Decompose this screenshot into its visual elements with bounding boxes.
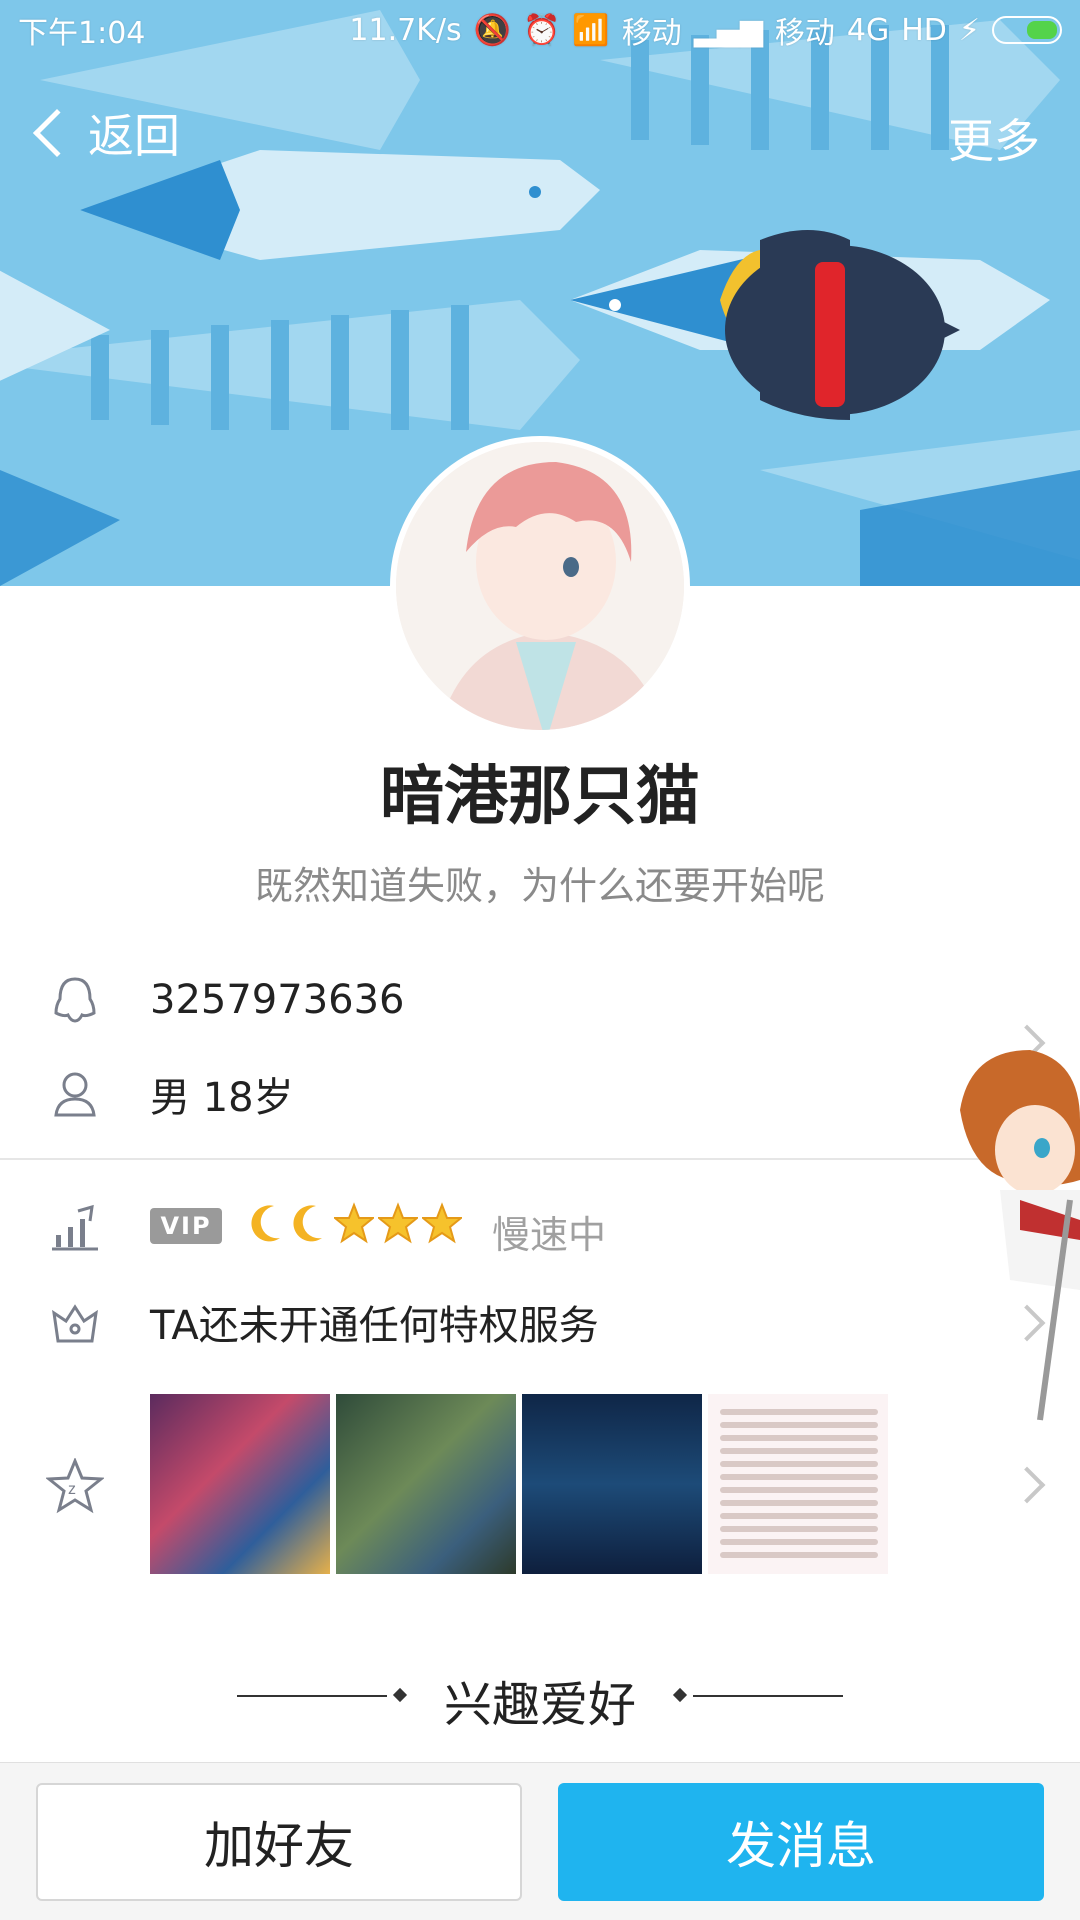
level-chart-icon <box>52 1204 98 1251</box>
chevron-left-icon <box>32 108 82 158</box>
battery-icon <box>992 16 1062 44</box>
chevron-right-icon[interactable] <box>1008 1466 1046 1504</box>
bottom-action-bar: 加好友 发消息 <box>0 1762 1080 1920</box>
level-status: 慢速中 <box>492 1213 607 1257</box>
gender-age: 男 18岁 <box>150 1075 294 1121</box>
status-time: 下午1:04 <box>18 16 146 51</box>
avatar-illustration <box>396 442 684 730</box>
qq-number: 3257973636 <box>150 977 405 1023</box>
carrier-2: 移动 <box>774 16 835 51</box>
section-divider-right <box>693 1695 843 1697</box>
section-title: 兴趣爱好 <box>443 1677 636 1733</box>
qzone-star-icon: z <box>46 1458 104 1514</box>
gender-age-row[interactable]: 男 18岁 <box>0 1064 1080 1124</box>
hd-label: HD <box>901 12 947 48</box>
network-type: 4G <box>846 12 890 48</box>
penguin-icon <box>54 977 96 1023</box>
back-label: 返回 <box>88 109 180 163</box>
nickname: 暗港那只猫 <box>380 760 700 834</box>
add-friend-button[interactable]: 加好友 <box>36 1783 522 1901</box>
person-icon <box>54 1072 96 1117</box>
back-button[interactable]: 返回 <box>30 100 180 166</box>
divider <box>0 1158 1080 1160</box>
send-message-button[interactable]: 发消息 <box>558 1783 1044 1901</box>
signal-icon: ▂▄▆ <box>693 12 763 48</box>
wifi-icon: 📶 <box>572 12 610 48</box>
photo-thumbnail[interactable] <box>708 1394 888 1574</box>
vip-badge: VIP <box>150 1208 222 1244</box>
star-icon <box>334 1202 374 1244</box>
photo-thumbnail[interactable] <box>522 1394 702 1574</box>
qq-number-row[interactable]: 3257973636 <box>0 970 1080 1030</box>
svg-text:z: z <box>68 1481 76 1498</box>
network-speed: 11.7K/s <box>349 12 462 48</box>
photo-thumbnail[interactable] <box>336 1394 516 1574</box>
photo-strip[interactable] <box>150 1394 888 1574</box>
more-button[interactable]: 更多 <box>948 105 1040 171</box>
status-bar: 下午1:04 11.7K/s 🔕 ⏰ 📶 移动 ▂▄▆ 移动 4G HD ⚡ <box>0 0 1080 60</box>
mute-icon: 🔕 <box>473 12 511 48</box>
signature: 既然知道失败，为什么还要开始呢 <box>254 864 825 908</box>
carrier-1: 移动 <box>621 16 682 51</box>
star-icon <box>378 1202 418 1244</box>
crown-icon <box>52 1304 98 1343</box>
level-icons <box>250 1200 462 1246</box>
privilege-text: TA还未开通任何特权服务 <box>150 1303 599 1349</box>
photo-thumbnail[interactable] <box>150 1394 330 1574</box>
privilege-row[interactable]: TA还未开通任何特权服务 <box>0 1292 1080 1352</box>
moon-icon <box>251 1205 280 1242</box>
floating-character[interactable] <box>950 1040 1080 1430</box>
charging-icon: ⚡ <box>958 12 980 48</box>
avatar[interactable] <box>390 436 690 736</box>
alarm-icon: ⏰ <box>522 12 561 48</box>
moon-icon <box>293 1205 322 1242</box>
star-icon <box>422 1202 462 1244</box>
